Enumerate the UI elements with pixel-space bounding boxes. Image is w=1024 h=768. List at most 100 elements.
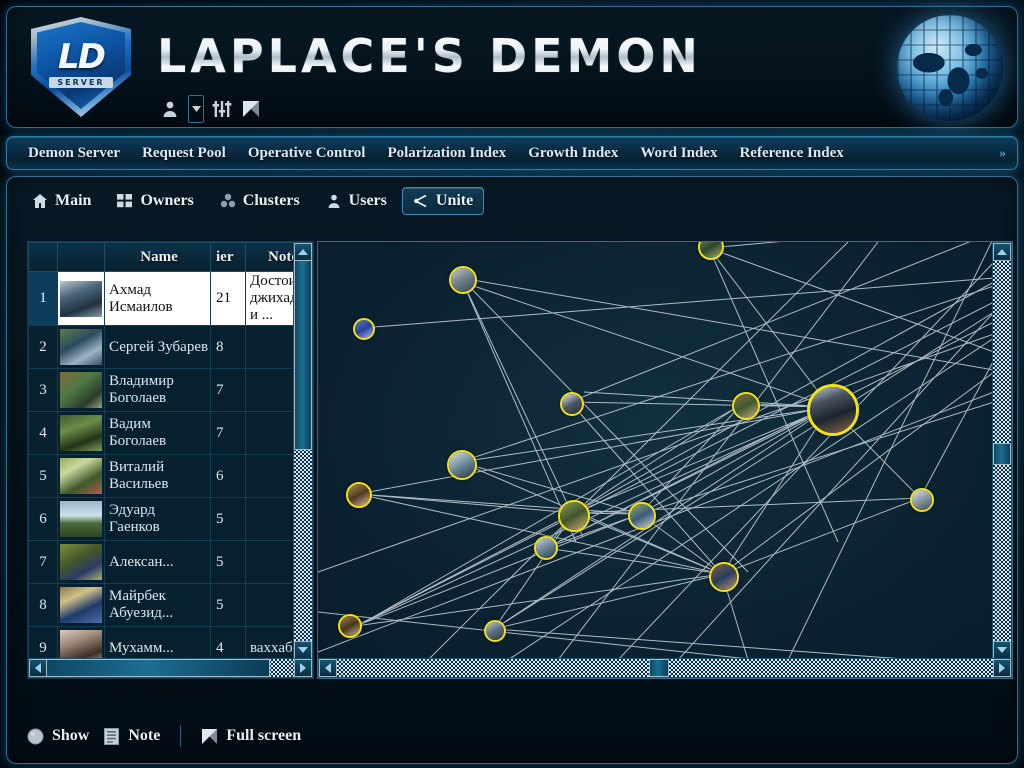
row-tier: 7 xyxy=(211,412,246,455)
table-row[interactable]: 2 Сергей Зубарев 8 xyxy=(29,326,315,369)
row-tier: 21 xyxy=(211,272,246,326)
user-icon xyxy=(326,193,342,209)
row-name: Владимир Боголаев xyxy=(105,369,211,412)
chevron-up-icon xyxy=(997,249,1007,255)
bottom-toolbar: Show Note Full screen xyxy=(27,725,301,747)
row-avatar-cell xyxy=(58,369,105,412)
tab-main[interactable]: Main xyxy=(21,187,102,215)
tab-unite[interactable]: Unite xyxy=(402,187,484,215)
row-name: Вадим Боголаев xyxy=(105,412,211,455)
graph-node[interactable] xyxy=(558,500,590,532)
menu-overflow-button[interactable]: » xyxy=(1000,145,1006,161)
row-tier: 5 xyxy=(211,498,246,541)
scroll-down-button[interactable] xyxy=(993,641,1011,659)
menu-item-demon-server[interactable]: Demon Server xyxy=(17,145,131,162)
note-button-label: Note xyxy=(128,727,160,745)
table-vertical-scrollbar[interactable] xyxy=(293,242,313,660)
graph-vertical-scrollbar[interactable] xyxy=(992,242,1012,660)
table-row[interactable]: 6 Эдуард Гаенков 5 xyxy=(29,498,315,541)
menu-item-request-pool[interactable]: Request Pool xyxy=(131,145,237,162)
col-header-tier[interactable]: ier xyxy=(211,243,246,272)
avatar xyxy=(60,544,102,580)
graph-node[interactable] xyxy=(709,562,739,592)
scroll-up-button[interactable] xyxy=(993,243,1011,261)
graph-node[interactable] xyxy=(732,392,760,420)
tab-bar: Main Owners Clusters Users Unite xyxy=(21,187,484,215)
tab-clusters-label: Clusters xyxy=(243,192,300,210)
page-title: LAPLACE'S DEMON xyxy=(157,29,702,83)
fullscreen-icon xyxy=(201,728,218,745)
graph-node[interactable] xyxy=(449,266,477,294)
menu-item-polarization-index[interactable]: Polarization Index xyxy=(376,145,517,162)
clusters-icon xyxy=(220,193,236,209)
graph-node[interactable] xyxy=(910,488,934,512)
menu-item-operative-control[interactable]: Operative Control xyxy=(237,145,377,162)
graph-node-focus[interactable] xyxy=(807,384,859,436)
show-button[interactable]: Show xyxy=(27,727,89,745)
tab-owners[interactable]: Owners xyxy=(106,187,204,215)
scroll-left-button[interactable] xyxy=(29,659,47,677)
network-graph-container[interactable] xyxy=(317,241,1013,679)
menu-item-word-index[interactable]: Word Index xyxy=(629,145,728,162)
tab-main-label: Main xyxy=(55,192,91,210)
row-avatar-cell xyxy=(58,584,105,627)
scrollbar-thumb[interactable] xyxy=(649,659,669,677)
menu-item-reference-index[interactable]: Reference Index xyxy=(728,145,854,162)
circle-icon xyxy=(27,728,44,745)
table-row[interactable]: 5 Виталий Васильев 6 xyxy=(29,455,315,498)
graph-node[interactable] xyxy=(534,536,558,560)
row-index: 6 xyxy=(29,498,58,541)
grid-icon xyxy=(117,193,133,209)
chevron-left-icon xyxy=(325,663,331,673)
user-icon[interactable] xyxy=(159,98,181,120)
scroll-right-button[interactable] xyxy=(993,659,1011,677)
row-index: 5 xyxy=(29,455,58,498)
row-name: Сергей Зубарев xyxy=(105,326,211,369)
col-header-avatar[interactable] xyxy=(58,243,105,272)
app-logo[interactable]: LD SERVER xyxy=(23,13,139,121)
graph-horizontal-scrollbar[interactable] xyxy=(318,658,1012,678)
fullscreen-icon[interactable] xyxy=(240,98,262,120)
table-row[interactable]: 7 Алексан... 5 xyxy=(29,541,315,584)
row-name: Алексан... xyxy=(105,541,211,584)
scroll-right-button[interactable] xyxy=(294,659,312,677)
menu-item-growth-index[interactable]: Growth Index xyxy=(517,145,629,162)
note-button[interactable]: Note xyxy=(103,727,160,745)
scroll-down-button[interactable] xyxy=(294,641,312,659)
graph-node[interactable] xyxy=(353,318,375,340)
tab-users[interactable]: Users xyxy=(315,187,398,215)
graph-node[interactable] xyxy=(484,620,506,642)
table-row[interactable]: 1 Ахмад Исмаилов 21 Достоинства джихада … xyxy=(29,272,315,326)
table-row[interactable]: 3 Владимир Боголаев 7 xyxy=(29,369,315,412)
table-row[interactable]: 8 Майрбек Абуезид... 5 xyxy=(29,584,315,627)
row-tier: 5 xyxy=(211,584,246,627)
scroll-left-button[interactable] xyxy=(319,659,337,677)
scrollbar-thumb[interactable] xyxy=(46,659,270,677)
table-header-row: Name ier Note xyxy=(29,243,315,272)
col-header-index[interactable] xyxy=(29,243,58,272)
graph-node[interactable] xyxy=(628,502,656,530)
fullscreen-button[interactable]: Full screen xyxy=(201,727,301,745)
avatar xyxy=(60,281,102,317)
col-header-name[interactable]: Name xyxy=(105,243,211,272)
people-table-container: Name ier Note 1 Ахмад Исмаилов 21 Достои… xyxy=(27,241,314,679)
tab-clusters[interactable]: Clusters xyxy=(209,187,311,215)
graph-node[interactable] xyxy=(560,392,584,416)
chevron-left-icon xyxy=(35,663,41,673)
table-row[interactable]: 4 Вадим Боголаев 7 xyxy=(29,412,315,455)
graph-node[interactable] xyxy=(338,614,362,638)
chevron-down-icon[interactable] xyxy=(188,95,204,123)
scrollbar-thumb[interactable] xyxy=(294,260,312,450)
logo-mark: LD xyxy=(31,37,131,77)
scroll-up-button[interactable] xyxy=(294,243,312,261)
scrollbar-thumb[interactable] xyxy=(993,443,1011,465)
chevron-up-icon xyxy=(298,249,308,255)
row-avatar-cell xyxy=(58,272,105,326)
table-horizontal-scrollbar[interactable] xyxy=(28,658,313,678)
graph-node[interactable] xyxy=(346,482,372,508)
people-table: Name ier Note 1 Ахмад Исмаилов 21 Достои… xyxy=(28,242,314,679)
network-graph-canvas[interactable] xyxy=(318,242,994,660)
graph-node[interactable] xyxy=(447,450,477,480)
sliders-icon[interactable] xyxy=(211,98,233,120)
chevron-right-icon xyxy=(300,663,306,673)
